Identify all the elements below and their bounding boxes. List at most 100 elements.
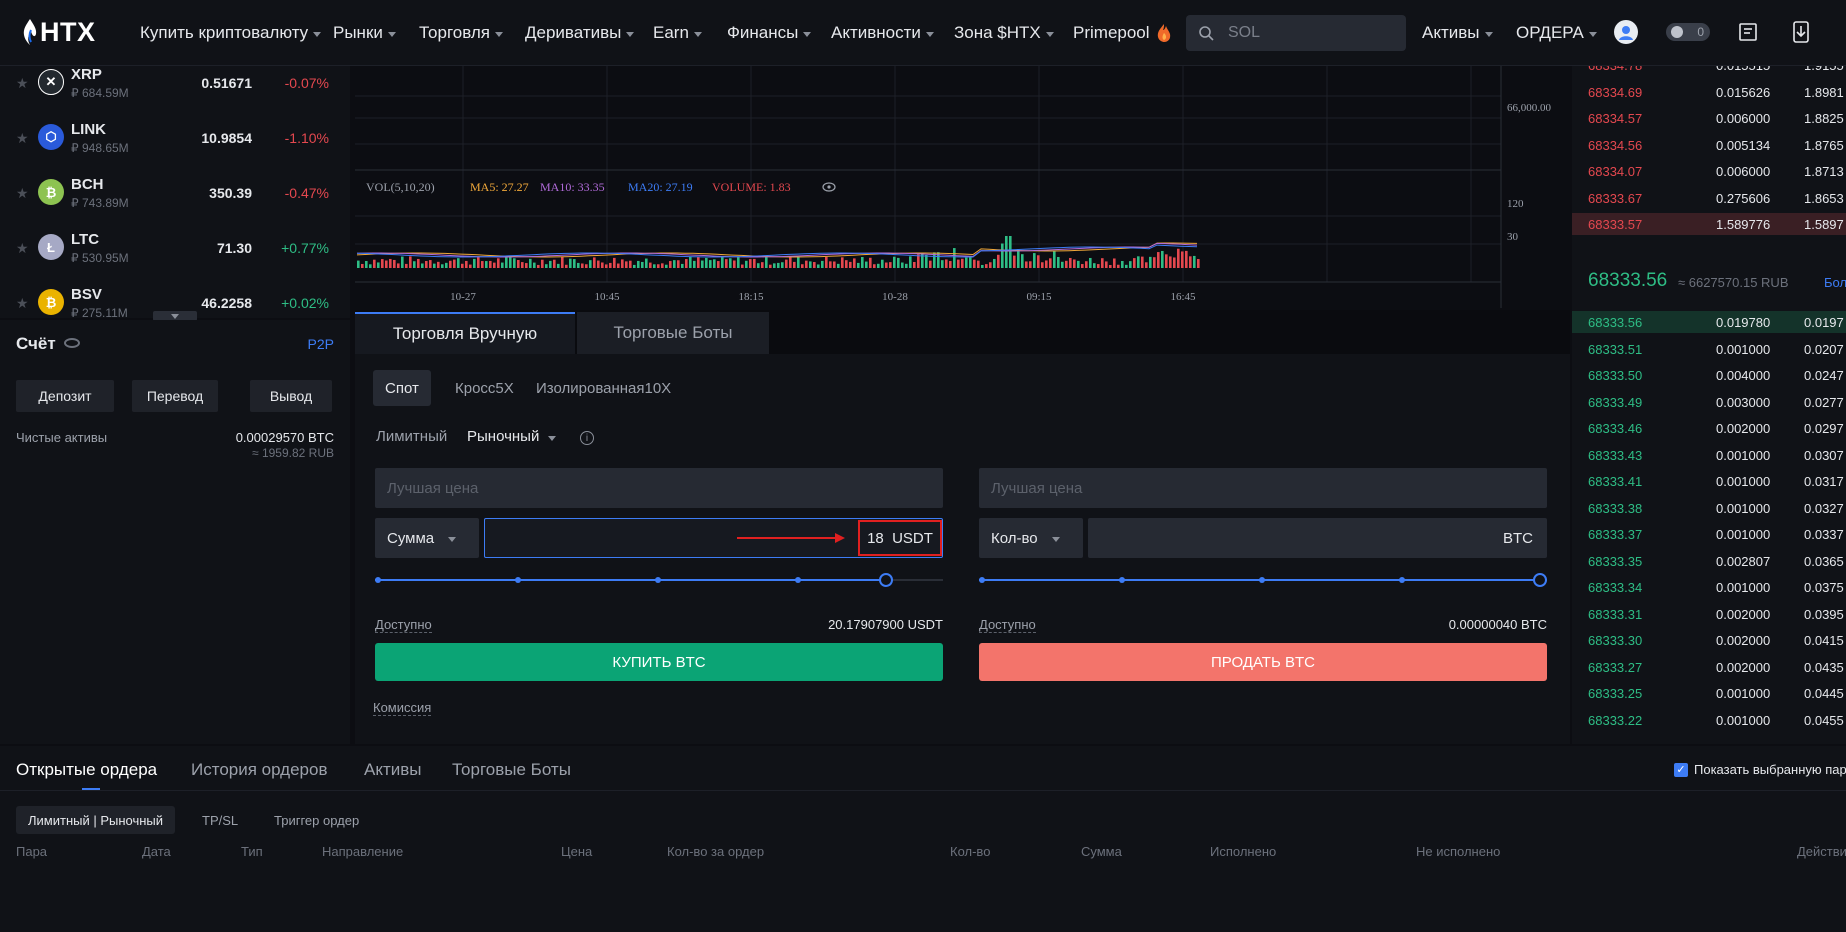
order-type-limit[interactable]: Лимитный [376, 428, 447, 445]
slider-knob[interactable] [879, 573, 894, 587]
p2p-link[interactable]: P2P [308, 336, 334, 352]
htx-logo[interactable]: HTX [22, 14, 96, 50]
subtab-tp-sl[interactable]: TP/SL [190, 806, 250, 834]
slider-knob[interactable] [1533, 573, 1547, 587]
volume-bar [577, 262, 580, 268]
ask-row[interactable]: 68334.07 0.006000 1.8713 [1572, 160, 1846, 182]
notification-badge[interactable]: 0 [1666, 23, 1710, 41]
price-chart[interactable]: 66,000.00 VOL(5,10,20) MA5: 27.27 MA10: … [355, 66, 1570, 308]
nav-markets[interactable]: Рынки [333, 0, 396, 66]
bid-row[interactable]: 68333.50 0.004000 0.0247 [1572, 364, 1846, 386]
star-icon[interactable]: ★ [16, 295, 29, 312]
avatar[interactable] [1614, 20, 1638, 44]
volume-bar [505, 257, 508, 268]
ask-row[interactable]: 68334.56 0.005134 1.8765 [1572, 134, 1846, 156]
nav-buy-crypto[interactable]: Купить криптовалюту [140, 0, 322, 66]
bid-row[interactable]: 68333.41 0.001000 0.0317 [1572, 470, 1846, 492]
show-selected-pair-checkbox[interactable]: ✓ Показать выбранную пар [1674, 762, 1846, 777]
market-row-bch[interactable]: ★ ₿ BCH ₽ 743.89M 350.39 -0.47% [0, 166, 350, 221]
nav-orders[interactable]: ОРДЕРА [1516, 0, 1597, 66]
market-row-xrp[interactable]: ★ ✕ XRP ₽ 684.59M 0.51671 -0.07% [0, 66, 350, 111]
tab-manual-trading[interactable]: Торговля Вручную [355, 312, 575, 354]
chevron-down-icon [626, 31, 635, 37]
nav-primepool[interactable]: Primepool [1073, 0, 1173, 66]
bid-row[interactable]: 68333.38 0.001000 0.0327 [1572, 497, 1846, 519]
star-icon[interactable]: ★ [16, 130, 29, 147]
ask-row[interactable]: 68334.57 0.006000 1.8825 [1572, 107, 1846, 129]
star-icon[interactable]: ★ [16, 185, 29, 202]
volume-bar [705, 257, 708, 268]
buy-mode-select[interactable]: Сумма [375, 518, 479, 558]
transfer-button[interactable]: Перевод [132, 380, 218, 412]
download-app-button[interactable] [1792, 21, 1810, 48]
bid-total: 0.0365 [1804, 553, 1844, 569]
star-icon[interactable]: ★ [16, 240, 29, 257]
market-row-ltc[interactable]: ★ Ł LTC ₽ 530.95M 71.30 +0.77% [0, 221, 350, 276]
bid-row[interactable]: 68333.22 0.001000 0.0455 [1572, 709, 1846, 731]
buy-amount-input[interactable]: 18 USDT [484, 518, 943, 558]
tab-open-orders[interactable]: Открытые ордера [16, 760, 157, 780]
tab-isolated-10x[interactable]: Изолированная10X [524, 370, 683, 406]
fee-link[interactable]: Комиссия [373, 700, 432, 716]
ask-row[interactable]: 68334.69 0.015626 1.8981 [1572, 81, 1846, 103]
sell-mode-select[interactable]: Кол-во [979, 518, 1083, 558]
ask-row[interactable]: 68333.67 0.275606 1.8653 [1572, 187, 1846, 209]
order-book: 68334.78 0.015515 1.9155 68334.69 0.015626 1.… [1572, 66, 1846, 744]
nav-trading[interactable]: Торговля [419, 0, 504, 66]
bid-row[interactable]: 68333.30 0.002000 0.0415 [1572, 629, 1846, 651]
announcements-button[interactable] [1738, 22, 1758, 47]
deposit-button[interactable]: Депозит [16, 380, 114, 412]
bid-row[interactable]: 68333.35 0.002807 0.0365 [1572, 550, 1846, 572]
subtab-limit-market[interactable]: Лимитный | Рыночный [16, 806, 176, 834]
bid-row[interactable]: 68333.43 0.001000 0.0307 [1572, 444, 1846, 466]
volume-bar [989, 262, 992, 268]
eye-icon[interactable] [64, 338, 80, 348]
tab-trading-bots-bottom[interactable]: Торговые Боты [452, 760, 571, 780]
nav-derivatives[interactable]: Деривативы [525, 0, 635, 66]
tab-trading-bots[interactable]: Торговые Боты [577, 312, 769, 354]
sell-amount-input[interactable]: BTC [1088, 518, 1547, 558]
bid-row[interactable]: 68333.25 0.001000 0.0445 [1572, 682, 1846, 704]
search-box[interactable] [1186, 15, 1406, 51]
subtab-trigger-order[interactable]: Триггер ордер [262, 806, 371, 834]
bid-row[interactable]: 68333.51 0.001000 0.0207 [1572, 338, 1846, 360]
bid-row[interactable]: 68333.27 0.002000 0.0435 [1572, 656, 1846, 678]
volume-bar [629, 260, 632, 268]
bid-row[interactable]: 68333.46 0.002000 0.0297 [1572, 417, 1846, 439]
withdraw-button[interactable]: Вывод [250, 380, 332, 412]
star-icon[interactable]: ★ [16, 75, 29, 92]
bid-row[interactable]: 68333.37 0.001000 0.0337 [1572, 523, 1846, 545]
tab-assets[interactable]: Активы [364, 760, 422, 780]
nav-activities[interactable]: Активности [831, 0, 934, 66]
volume-bar [949, 261, 952, 268]
eye-icon[interactable] [822, 182, 836, 192]
order-type-market-dropdown[interactable]: Рыночный [467, 428, 557, 445]
nav-finance[interactable]: Финансы [727, 0, 812, 66]
buy-btc-button[interactable]: КУПИТЬ BTC [375, 643, 943, 681]
buy-percent-slider[interactable] [375, 572, 943, 588]
market-symbol: XRP [71, 66, 102, 83]
info-icon[interactable]: i [580, 431, 594, 445]
tab-order-history[interactable]: История ордеров [191, 760, 327, 780]
nav-earn[interactable]: Earn [653, 0, 702, 66]
sell-btc-button[interactable]: ПРОДАТЬ BTC [979, 643, 1547, 681]
nav-htx-zone[interactable]: Зона $HTX [954, 0, 1054, 66]
bid-row[interactable]: 68333.49 0.003000 0.0277 [1572, 391, 1846, 413]
volume-bar [1037, 255, 1040, 268]
net-assets-label: Чистые активы [16, 430, 108, 445]
tab-cross-5x[interactable]: Кросс5X [443, 370, 526, 406]
market-row-link[interactable]: ★ ⬡ LINK ₽ 948.65M 10.9854 -1.10% [0, 111, 350, 166]
bid-row[interactable]: 68333.31 0.002000 0.0395 [1572, 603, 1846, 625]
ask-row[interactable]: 68333.57 1.589776 1.5897 [1572, 213, 1846, 235]
more-link[interactable]: Боль [1824, 275, 1846, 290]
volume-bar [649, 262, 652, 268]
volume-bar [833, 261, 836, 268]
search-input[interactable] [1226, 23, 1386, 43]
bid-row[interactable]: 68333.34 0.001000 0.0375 [1572, 576, 1846, 598]
tab-spot[interactable]: Спот [373, 370, 431, 406]
sell-percent-slider[interactable] [979, 572, 1547, 588]
volume-bar [1029, 261, 1032, 268]
nav-assets[interactable]: Активы [1422, 0, 1493, 66]
ask-row[interactable]: 68334.78 0.015515 1.9155 [1572, 66, 1846, 76]
bid-row[interactable]: 68333.56 0.019780 0.0197 [1572, 311, 1846, 333]
